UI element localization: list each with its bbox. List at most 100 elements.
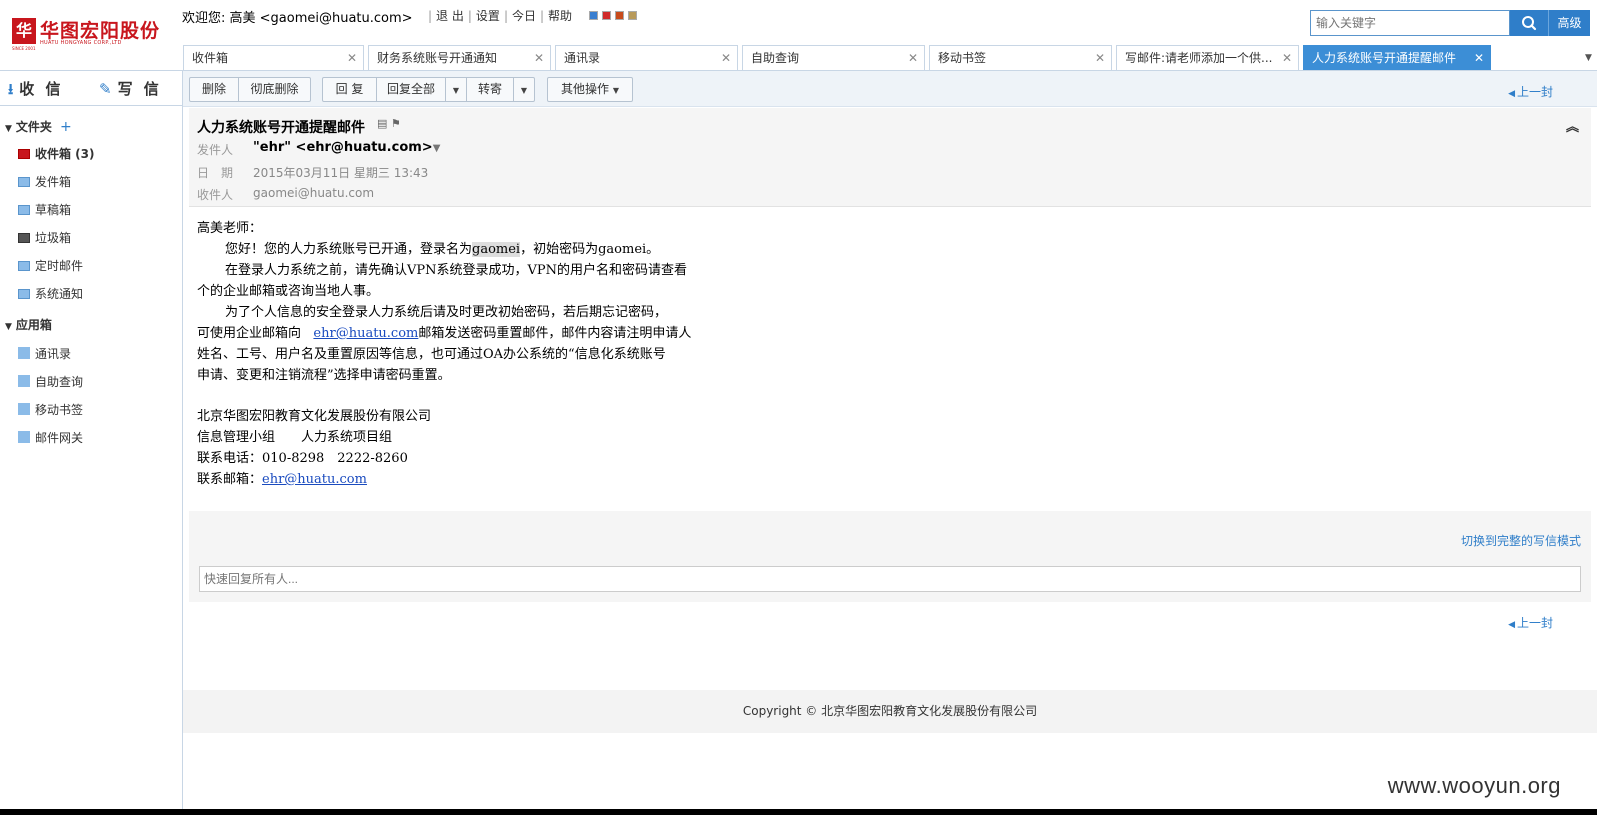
close-icon[interactable]: ✕: [908, 46, 918, 70]
forward-dropdown[interactable]: ▼: [513, 77, 535, 102]
edit-icon: ✎: [99, 80, 112, 98]
tab-inbox[interactable]: 收件箱 ✕: [183, 45, 364, 70]
previous-mail-link-bottom[interactable]: ◀ 上一封: [1508, 614, 1553, 631]
logo-name-en: HUATU HONGYANG CORP.,LTD: [40, 40, 122, 46]
login-name: gaomei: [472, 242, 521, 257]
tab-finance-notice[interactable]: 财务系统账号开通通知 ✕: [368, 45, 551, 70]
date-label: 日 期: [197, 166, 234, 180]
sidebar: ⭳ 收 信 ✎ 写 信 ▼ 文件夹 + 收件箱 (3) 发件箱 草稿箱 垃圾箱 定时邮件…: [0, 70, 183, 815]
tab-label: 写邮件:请老师添加一个供...: [1125, 51, 1273, 65]
body-text: 邮箱发送密码重置邮件，邮件内容请注明申请人: [418, 326, 692, 341]
compose-label: 写 信: [117, 80, 162, 98]
tab-compose[interactable]: 写邮件:请老师添加一个供... ✕: [1116, 45, 1299, 70]
signature-email-label: 联系邮箱：: [197, 472, 263, 487]
tab-mobile-bookmarks[interactable]: 移动书签 ✕: [929, 45, 1112, 70]
sidebar-item-label: 发件箱: [35, 175, 72, 189]
sidebar-item-self-query[interactable]: 自助查询: [18, 373, 83, 390]
body-paragraph: 您好！您的人力系统账号已开通，登录名为gaomei，初始密码为gaomei。: [197, 239, 757, 260]
top-links: | 退 出 | 设置 | 今日 | 帮助: [428, 9, 573, 23]
tab-label: 自助查询: [751, 51, 800, 65]
close-icon[interactable]: ✕: [1474, 46, 1484, 70]
app-icon: [18, 375, 30, 387]
search-box: 高级: [1310, 10, 1590, 36]
today-link[interactable]: 今日: [512, 9, 536, 23]
note-icon[interactable]: ▤: [377, 117, 387, 130]
flag-icon[interactable]: ⚑: [391, 117, 401, 130]
sidebar-item-scheduled[interactable]: 定时邮件: [18, 257, 83, 274]
body-line: 申请、变更和注销流程”选择申请密码重置。: [197, 368, 451, 383]
sidebar-item-contacts[interactable]: 通讯录: [18, 345, 71, 362]
company-logo[interactable]: 华 华图宏阳股份 HUATU HONGYANG CORP.,LTD SINCE …: [12, 18, 172, 51]
sidebar-item-label: 草稿箱: [35, 203, 72, 217]
sidebar-item-system-notice[interactable]: 系统通知: [18, 285, 83, 302]
settings-link[interactable]: 设置: [476, 9, 500, 23]
download-icon: ⭳: [8, 80, 14, 98]
collapse-header-icon[interactable]: ︽: [1566, 116, 1579, 135]
mail-body: 高美老师： 您好！您的人力系统账号已开通，登录名为gaomei，初始密码为gao…: [197, 218, 757, 490]
advanced-search-button[interactable]: 高级: [1548, 10, 1590, 36]
watermark-text: www.wooyun.org: [1387, 773, 1561, 798]
add-folder-icon[interactable]: +: [60, 119, 72, 135]
reply-all-button[interactable]: 回复全部: [376, 77, 446, 102]
sidebar-item-mail-gateway[interactable]: 邮件网关: [18, 429, 83, 446]
copyright-text: Copyright © 北京华图宏阳教育文化发展股份有限公司: [742, 704, 1038, 718]
quick-reply-input[interactable]: [199, 566, 1581, 592]
switch-full-compose-link[interactable]: 切换到完整的写信模式: [1461, 532, 1581, 549]
receive-mail-button[interactable]: ⭳ 收 信: [8, 78, 64, 104]
chevron-down-icon[interactable]: ▼: [433, 143, 441, 154]
prev-label: 上一封: [1516, 616, 1553, 630]
body-paragraph: 可使用企业邮箱向 ehr@huatu.com邮箱发送密码重置邮件，邮件内容请注明…: [197, 323, 757, 344]
mail-subject: 人力系统账号开通提醒邮件: [197, 120, 365, 136]
search-input[interactable]: [1310, 10, 1510, 36]
search-button[interactable]: [1510, 10, 1548, 36]
reply-all-dropdown[interactable]: ▼: [445, 77, 467, 102]
signature-email-link[interactable]: ehr@huatu.com: [262, 472, 367, 487]
sidebar-item-sent[interactable]: 发件箱: [18, 173, 71, 190]
delete-permanent-button[interactable]: 彻底删除: [238, 77, 311, 102]
skin-blue-icon[interactable]: [589, 11, 598, 20]
sidebar-item-drafts[interactable]: 草稿箱: [18, 201, 71, 218]
trash-folder-icon: [18, 233, 30, 243]
previous-mail-link[interactable]: ◀ 上一封: [1508, 83, 1553, 100]
inbox-icon: [18, 149, 30, 159]
sidebar-item-inbox[interactable]: 收件箱 (3): [18, 145, 95, 162]
apps-section-toggle[interactable]: ▼ 应用箱: [5, 316, 52, 333]
body-text: ，初始密码为gaomei。: [520, 242, 660, 257]
sidebar-item-trash[interactable]: 垃圾箱: [18, 229, 71, 246]
forward-button[interactable]: 转寄: [466, 77, 514, 102]
skin-red-icon[interactable]: [602, 11, 611, 20]
delete-button[interactable]: 删除: [189, 77, 239, 102]
sidebar-item-mobile-bookmarks[interactable]: 移动书签: [18, 401, 83, 418]
folders-section-toggle[interactable]: ▼ 文件夹 +: [5, 118, 72, 135]
close-icon[interactable]: ✕: [1282, 46, 1292, 70]
ehr-email-link[interactable]: ehr@huatu.com: [313, 326, 418, 341]
close-icon[interactable]: ✕: [534, 46, 544, 70]
tab-label: 收件箱: [192, 51, 229, 65]
app-icon: [18, 431, 30, 443]
sidebar-item-label: 系统通知: [35, 287, 84, 301]
body-line: 为了个人信息的安全登录人力系统后请及时更改初始密码，若后期忘记密码，: [225, 305, 668, 320]
tab-hr-notice[interactable]: 人力系统账号开通提醒邮件 ✕: [1303, 45, 1491, 70]
logo-since: SINCE 2001: [12, 46, 36, 51]
close-icon[interactable]: ✕: [721, 46, 731, 70]
skin-tan-icon[interactable]: [628, 11, 637, 20]
tab-label: 财务系统账号开通通知: [377, 51, 498, 65]
more-actions-button[interactable]: 其他操作 ▼: [547, 77, 633, 102]
close-icon[interactable]: ✕: [347, 46, 357, 70]
compose-mail-button[interactable]: ✎ 写 信: [99, 78, 162, 99]
tab-bar: 收件箱 ✕ 财务系统账号开通通知 ✕ 通讯录 ✕ 自助查询 ✕ 移动书签 ✕ 写邮件:请老…: [183, 45, 1597, 70]
help-link[interactable]: 帮助: [548, 9, 572, 23]
skin-orange-icon[interactable]: [615, 11, 624, 20]
tab-list-chevron-down-icon[interactable]: ▼: [1585, 53, 1592, 63]
reply-button[interactable]: 回 复: [322, 77, 377, 102]
prev-label: 上一封: [1516, 85, 1553, 99]
tab-contacts[interactable]: 通讯录 ✕: [555, 45, 738, 70]
body-line: 个的企业邮箱或咨询当地人事。: [197, 284, 380, 299]
tab-self-query[interactable]: 自助查询 ✕: [742, 45, 925, 70]
search-icon: [1522, 16, 1537, 31]
from-value[interactable]: "ehr" <ehr@huatu.com>▼: [253, 140, 440, 155]
body-text: 可使用企业邮箱向: [197, 326, 302, 341]
close-icon[interactable]: ✕: [1095, 46, 1105, 70]
sidebar-item-label: 收件箱 (3): [35, 147, 95, 161]
logout-link[interactable]: 退 出: [436, 9, 464, 23]
